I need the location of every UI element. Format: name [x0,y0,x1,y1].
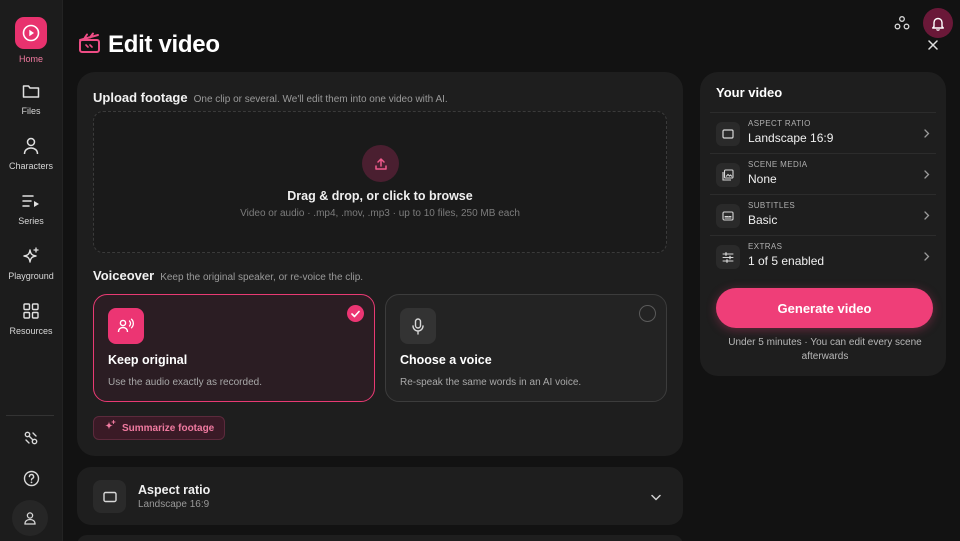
summary-row-scene-media[interactable]: SCENE MEDIA None [710,153,936,194]
sliders-icon [716,245,740,269]
option-title: Keep original [108,353,188,367]
dropzone-subtitle: Video or audio · .mp4, .mov, .mp3 · up t… [240,208,520,219]
team-icon[interactable] [892,13,912,33]
scene-media-icon [716,163,740,187]
account-icon[interactable] [12,500,48,536]
upload-dropzone[interactable]: Drag & drop, or click to browse Video or… [93,111,667,253]
sidebar-item-resources[interactable]: Resources [0,301,62,349]
chevron-right-icon [922,169,932,179]
checkmark-icon [347,305,364,322]
sidebar-divider [6,415,54,416]
chevron-down-icon [649,490,663,504]
chevron-right-icon [922,128,932,138]
speaker-voice-icon [108,308,144,344]
row-key: ASPECT RATIO [748,119,811,128]
summary-row-aspect-ratio[interactable]: ASPECT RATIO Landscape 16:9 [710,112,936,153]
upload-title: Upload footage [93,90,188,105]
your-video-panel: Your video ASPECT RATIO Landscape 16:9 S… [700,72,946,376]
panel-title: Your video [716,85,783,100]
sidebar-item-label: Playground [8,271,54,281]
sidebar-item-label: Files [21,106,41,116]
voiceover-section-header: Voiceover Keep the original speaker, or … [93,268,363,283]
chevron-right-icon [922,251,932,261]
radio-unchecked[interactable] [639,305,656,322]
aspect-ratio-icon [93,480,126,513]
chevron-right-icon [922,210,932,220]
summary-row-extras[interactable]: EXTRAS 1 of 5 enabled [710,235,936,276]
sidebar-item-playground[interactable]: Playground [0,246,62,294]
home-icon [15,17,47,49]
voiceover-title: Voiceover [93,268,155,283]
row-value: Landscape 16:9 [748,131,834,145]
aspect-ratio-accordion[interactable]: Aspect ratio Landscape 16:9 [77,467,683,525]
series-icon [21,191,41,211]
page-header: Edit video [78,31,220,59]
row-value: Basic [748,213,778,227]
sidebar-item-home[interactable]: Home [0,17,62,65]
microphone-icon [400,308,436,344]
dropzone-title: Drag & drop, or click to browse [287,189,473,203]
grid-icon [21,301,41,321]
integrations-icon[interactable] [16,423,46,453]
folder-icon [21,81,41,101]
sparkles-icon [104,419,116,437]
summarize-footage-button[interactable]: Summarize footage [93,416,226,440]
sidebar-item-label: Resources [9,326,53,336]
generate-video-button[interactable]: Generate video [716,288,933,328]
help-icon[interactable] [16,463,46,493]
sparkles-icon [21,246,41,266]
accordion-title: Aspect ratio [138,483,211,497]
sidebar-item-files[interactable]: Files [0,81,62,129]
sidebar-item-label: Series [18,216,44,226]
person-icon [21,136,41,156]
upload-icon [362,145,399,182]
next-accordion-peek [77,535,683,541]
summarize-footage-label: Summarize footage [122,422,215,434]
row-value: None [748,172,777,186]
aspect-ratio-icon [716,122,740,146]
accordion-value: Landscape 16:9 [138,499,210,510]
voice-option-choose-voice[interactable]: Choose a voice Re-speak the same words i… [385,294,667,402]
voiceover-subtitle: Keep the original speaker, or re-voice t… [160,272,364,283]
notifications-bell-icon[interactable] [923,8,953,38]
sidebar-item-label: Home [18,54,43,64]
row-key: EXTRAS [748,242,783,251]
generate-note: Under 5 minutes · You can edit every sce… [728,337,922,362]
row-key: SUBTITLES [748,201,796,210]
option-title: Choose a voice [400,353,492,367]
edit-form-card: Upload footage One clip or several. We'l… [77,72,683,456]
row-value: 1 of 5 enabled [748,254,825,268]
upload-subtitle: One clip or several. We'll edit them int… [193,94,448,105]
summary-row-subtitles[interactable]: SUBTITLES Basic [710,194,936,235]
option-description: Use the audio exactly as recorded. [108,377,262,388]
upload-section-header: Upload footage One clip or several. We'l… [93,90,448,105]
subtitles-icon [716,204,740,228]
voice-option-keep-original[interactable]: Keep original Use the audio exactly as r… [93,294,375,402]
option-description: Re-speak the same words in an AI voice. [400,377,582,388]
clapperboard-icon [78,32,102,59]
sidebar-item-series[interactable]: Series [0,191,62,239]
sidebar-item-characters[interactable]: Characters [0,136,62,184]
sidebar-item-label: Characters [8,161,53,171]
sidebar: Home Files Characters Series Playground … [0,0,63,541]
row-key: SCENE MEDIA [748,160,808,169]
close-icon[interactable] [926,38,940,52]
page-title: Edit video [108,31,220,58]
